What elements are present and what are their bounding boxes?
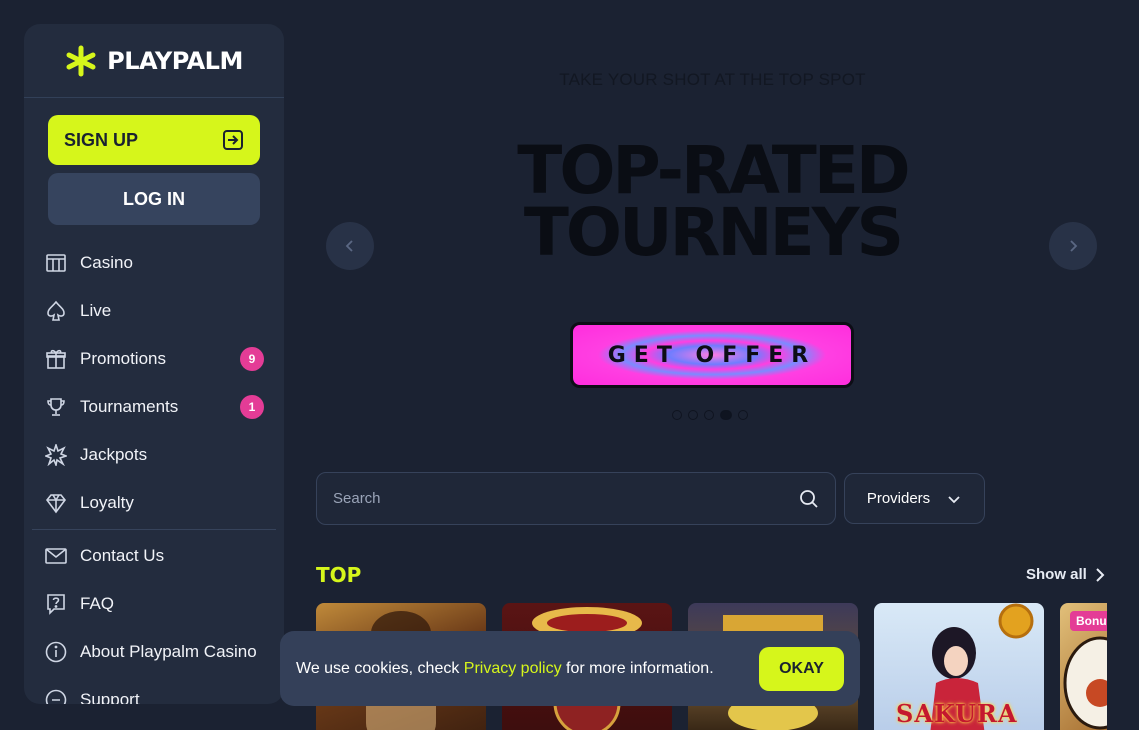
trophy-icon [44, 395, 68, 419]
show-all-link[interactable]: Show all [1026, 566, 1105, 583]
sidebar-nav: Casino Live Promotions 9 Tournaments 1 J… [24, 239, 284, 704]
get-offer-label: GET OFFER [607, 342, 817, 368]
carousel-next-button[interactable] [1049, 222, 1097, 270]
game-tile[interactable]: Bonus [1060, 603, 1107, 730]
carousel-dot[interactable] [704, 410, 714, 420]
carousel-prev-button[interactable] [326, 222, 374, 270]
sidebar-item-label: Tournaments [80, 397, 179, 416]
providers-label: Providers [866, 490, 931, 507]
cookie-text-before: We use cookies, check [296, 659, 464, 677]
promotions-badge: 9 [240, 347, 264, 371]
game-tile[interactable]: SAKURA [874, 603, 1044, 730]
hero-headline-line2: TOURNEYS [523, 194, 904, 271]
signup-button[interactable]: SIGN UP [48, 115, 260, 165]
sidebar-item-about[interactable]: About Playpalm Casino [24, 628, 284, 676]
carousel-dots [672, 410, 748, 420]
sidebar-item-label: FAQ [80, 594, 115, 613]
cookie-text-after: for more information. [561, 659, 714, 677]
question-icon [44, 592, 68, 616]
chevron-right-icon [1070, 240, 1078, 252]
carousel-dot-active[interactable] [720, 410, 732, 420]
info-icon [44, 640, 68, 664]
sidebar-item-label: Jackpots [80, 445, 148, 464]
cookie-banner: We use cookies, check Privacy policy for… [280, 631, 860, 706]
sidebar-item-jackpots[interactable]: Jackpots [24, 431, 284, 479]
sidebar-item-faq[interactable]: FAQ [24, 580, 284, 628]
login-arrow-icon [223, 130, 243, 150]
sidebar-item-contact[interactable]: Contact Us [24, 532, 284, 580]
show-all-label: Show all [1026, 566, 1087, 583]
cookie-okay-button[interactable]: OKAY [759, 646, 844, 691]
chevron-left-icon [345, 240, 353, 252]
sidebar: PLAYPALM SIGN UP LOG IN Casino Live Prom… [24, 24, 284, 704]
support-icon [44, 688, 68, 704]
search-icon[interactable] [799, 489, 819, 509]
carousel-dot[interactable] [738, 410, 748, 420]
section-title: TOP [316, 563, 362, 587]
login-button[interactable]: LOG IN [48, 173, 260, 225]
search-box [316, 472, 836, 525]
mail-icon [44, 544, 68, 568]
sidebar-item-support[interactable]: Support [24, 676, 284, 704]
sidebar-divider [32, 529, 276, 530]
chevron-right-icon [1096, 567, 1105, 582]
carousel-dot[interactable] [688, 410, 698, 420]
sidebar-item-label: Casino [80, 253, 133, 272]
sidebar-item-tournaments[interactable]: Tournaments 1 [24, 383, 284, 431]
search-input[interactable] [333, 490, 799, 507]
diamond-icon [44, 491, 68, 515]
sidebar-item-promotions[interactable]: Promotions 9 [24, 335, 284, 383]
sidebar-item-label: Loyalty [80, 493, 134, 512]
hero-headline: TOP-RATED TOURNEYS [320, 132, 1105, 271]
sidebar-item-casino[interactable]: Casino [24, 239, 284, 287]
gift-icon [44, 347, 68, 371]
bonus-badge: Bonus [1070, 611, 1107, 631]
tournaments-badge: 1 [240, 395, 264, 419]
game-title: SAKURA [896, 699, 1018, 728]
palm-logo-icon [66, 45, 96, 76]
sidebar-item-loyalty[interactable]: Loyalty [24, 479, 284, 527]
sidebar-item-label: Contact Us [80, 546, 165, 565]
privacy-policy-link[interactable]: Privacy policy [464, 660, 562, 678]
hero-headline-line1: TOP-RATED [517, 132, 910, 209]
brand-name: PLAYPALM [107, 46, 243, 75]
carousel-dot[interactable] [672, 410, 682, 420]
casino-icon [44, 251, 68, 275]
sidebar-item-label: Live [80, 301, 112, 320]
get-offer-button[interactable]: GET OFFER [570, 322, 854, 388]
sidebar-item-label: Support [80, 690, 140, 704]
chevron-down-icon [948, 495, 960, 503]
sidebar-item-live[interactable]: Live [24, 287, 284, 335]
sidebar-item-label: Promotions [80, 349, 166, 368]
star-burst-icon [44, 443, 68, 467]
login-label: LOG IN [123, 188, 185, 209]
hero-tagline: TAKE YOUR SHOT AT THE TOP SPOT [559, 70, 866, 89]
providers-dropdown[interactable]: Providers [844, 473, 985, 524]
okay-label: OKAY [779, 659, 824, 677]
spade-icon [44, 299, 68, 323]
logo[interactable]: PLAYPALM [24, 24, 284, 98]
signup-label: SIGN UP [64, 129, 139, 150]
sidebar-item-label: About Playpalm Casino [80, 642, 257, 661]
